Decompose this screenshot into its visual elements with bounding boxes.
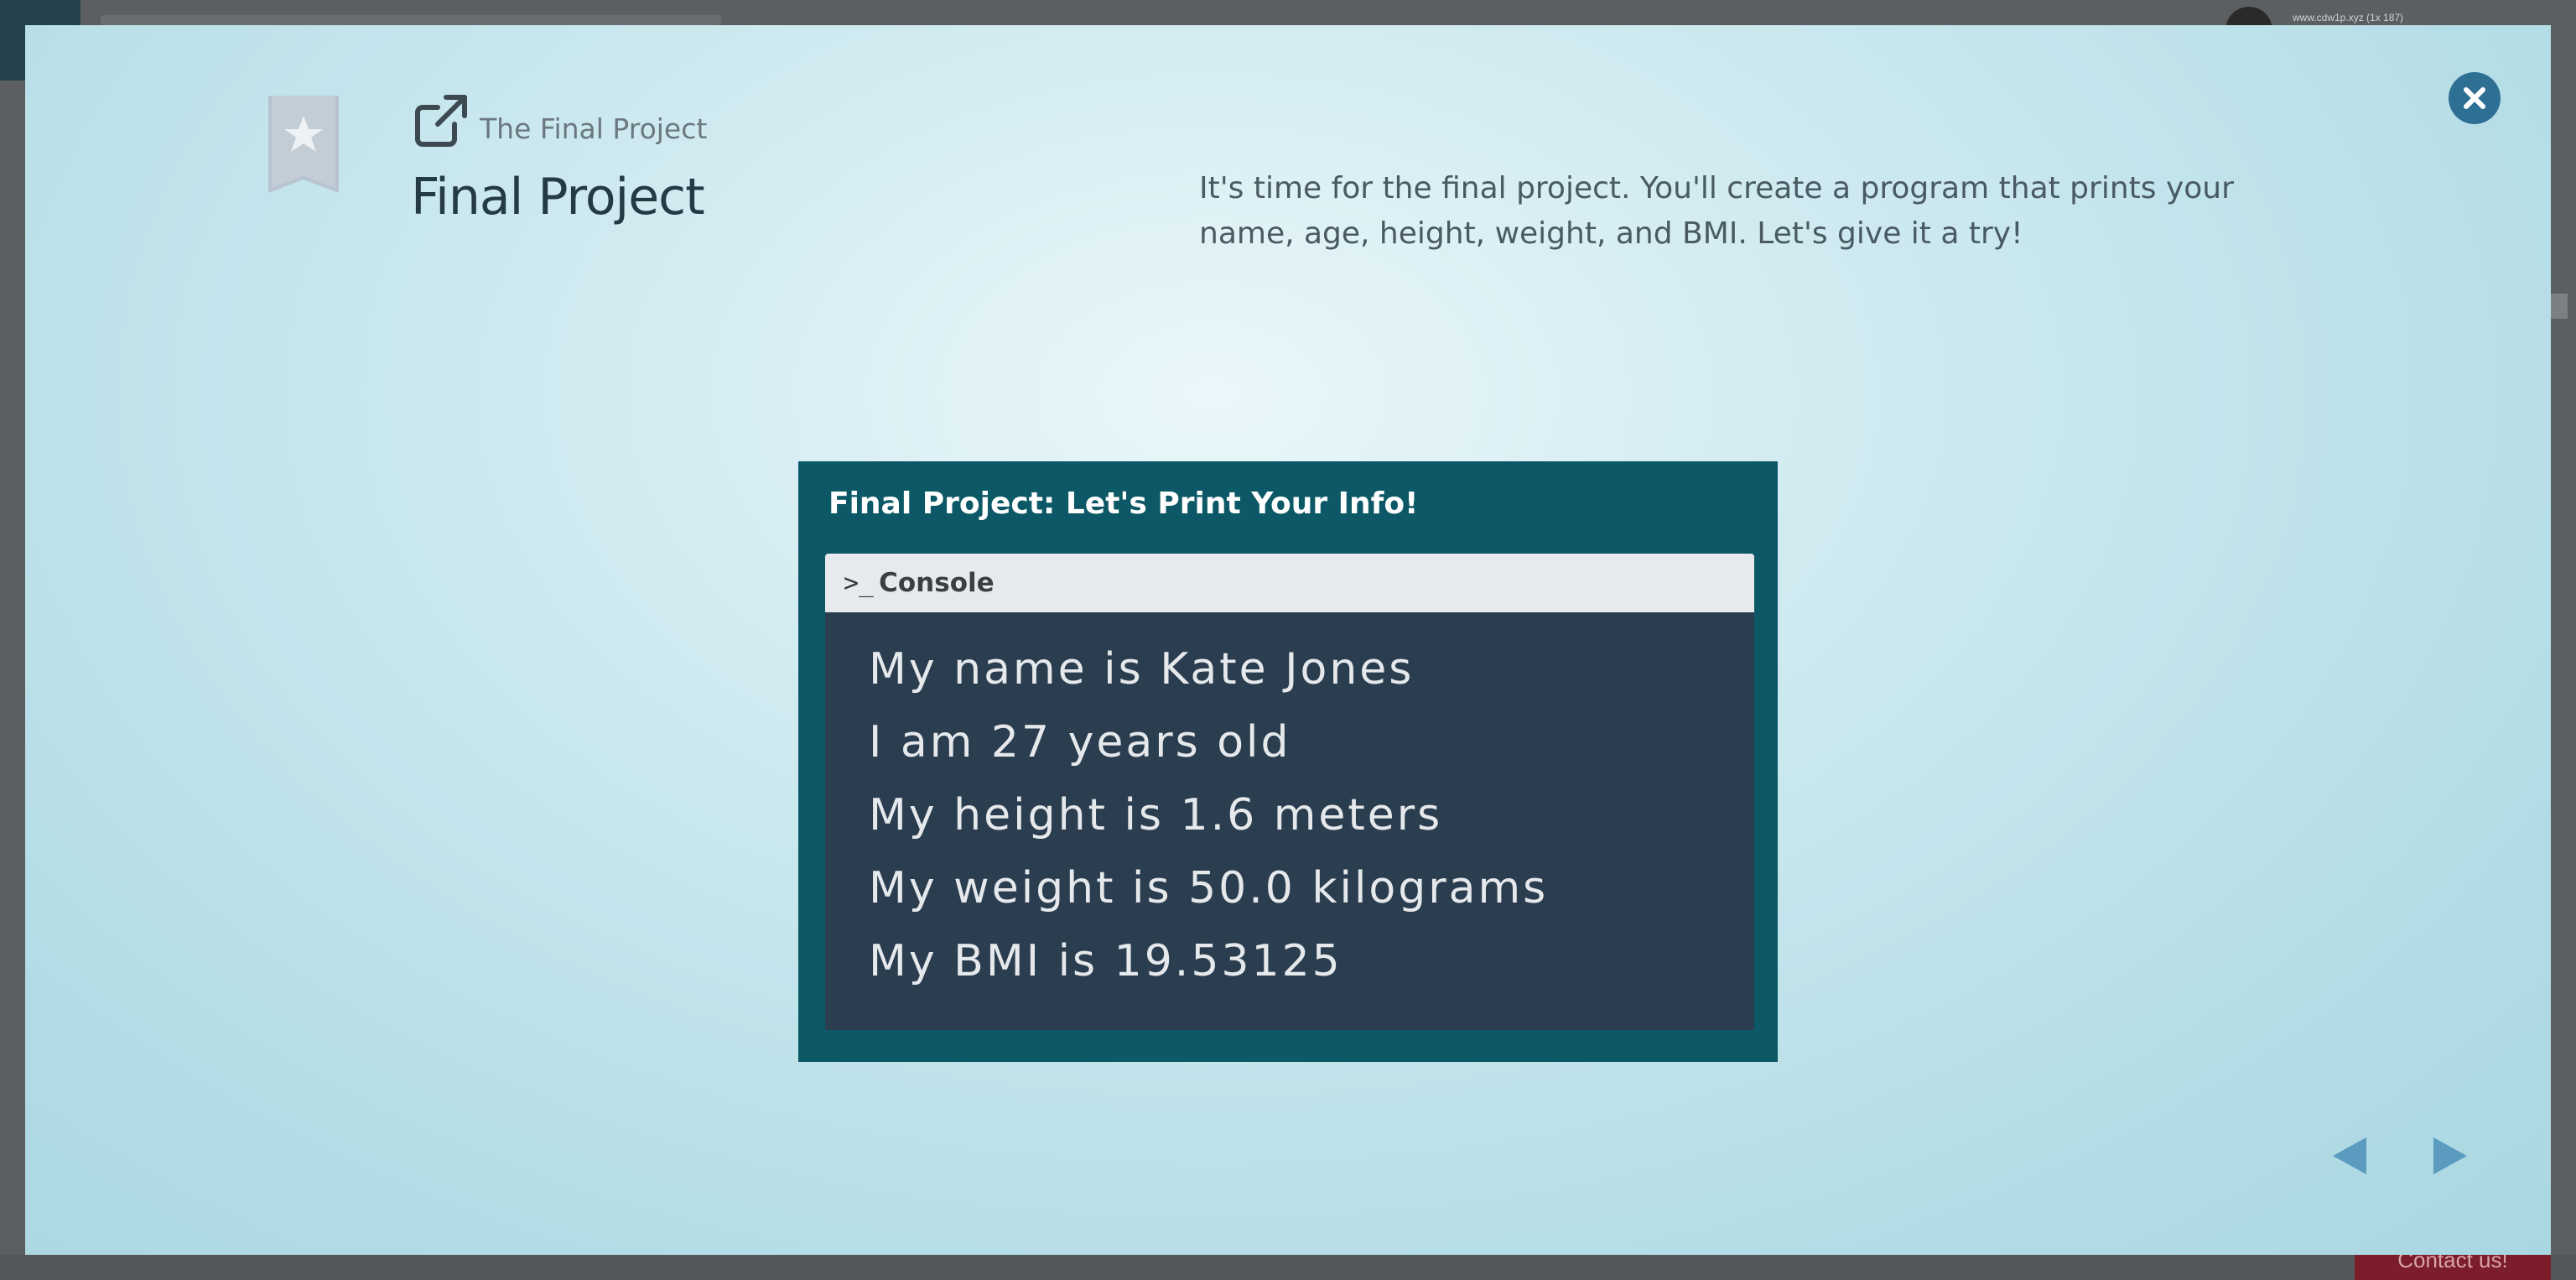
- lesson-subtitle: The Final Project: [480, 112, 708, 145]
- background-search-bar: [101, 15, 721, 25]
- console-line: My BMI is 19.53125: [869, 936, 1343, 986]
- prev-arrow-icon[interactable]: [2326, 1132, 2373, 1179]
- lesson-modal: The Final Project Final Project It's tim…: [25, 25, 2551, 1255]
- close-button[interactable]: [2449, 72, 2501, 124]
- close-icon: [2464, 87, 2485, 109]
- next-arrow-icon[interactable]: [2427, 1132, 2474, 1179]
- lesson-description: It's time for the final project. You'll …: [1199, 171, 2234, 251]
- console-line: My weight is 50.0 kilograms: [869, 863, 1549, 913]
- page-title: Final Project: [411, 168, 705, 226]
- console-label: Console: [879, 568, 995, 598]
- console-line: My height is 1.6 meters: [869, 790, 1443, 840]
- console-line: My name is Kate Jones: [869, 644, 1415, 695]
- console-prompt-icon: >_: [844, 568, 875, 598]
- background-bottom-bar: [0, 1255, 2576, 1280]
- console-line: I am 27 years old: [869, 717, 1291, 767]
- slide-title: Final Project: Let's Print Your Info!: [828, 487, 1419, 521]
- slide-card: Final Project: Let's Print Your Info! >_…: [798, 461, 1778, 1062]
- bookmark-star-icon[interactable]: [268, 96, 339, 193]
- external-link-icon[interactable]: [413, 92, 470, 149]
- background-url-text: www.cdw1p.xyz (1x 187): [2293, 12, 2404, 23]
- background-scrollbar: [2549, 294, 2568, 319]
- console-output: My name is Kate Jones I am 27 years old …: [825, 612, 1754, 1030]
- console-header: >_ Console: [825, 554, 1754, 612]
